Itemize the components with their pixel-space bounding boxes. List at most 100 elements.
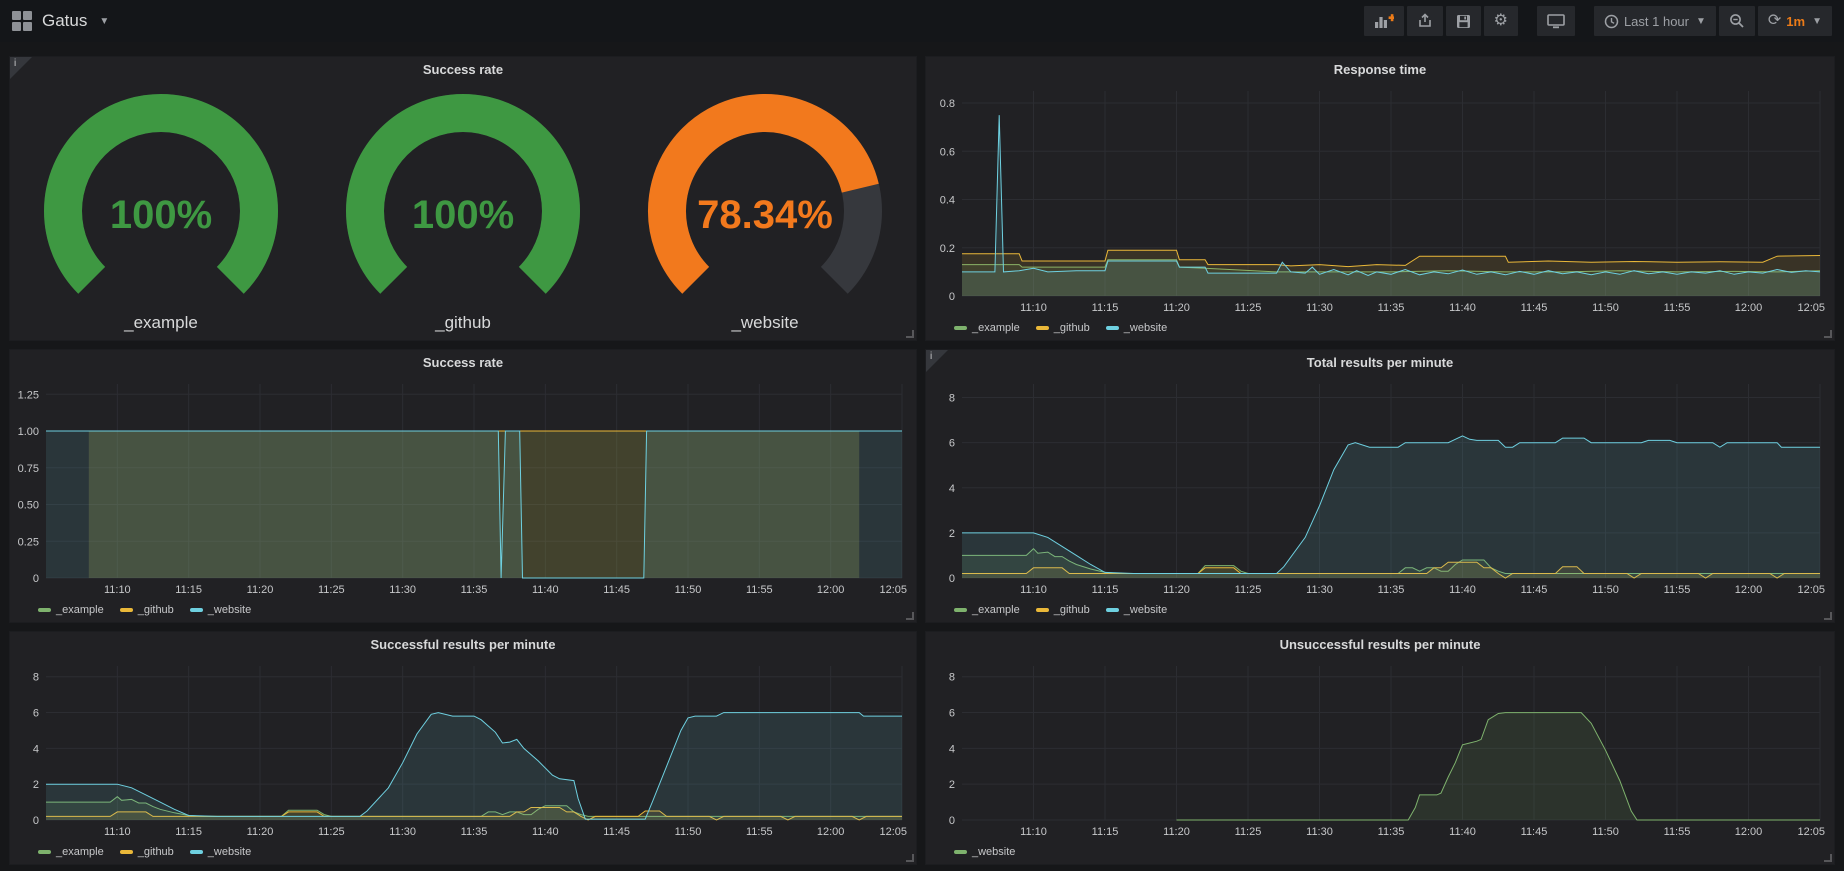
legend-item[interactable]: _example: [38, 846, 104, 858]
y-axis-tick-label: 0: [33, 815, 39, 827]
panel-resize-handle[interactable]: [906, 612, 914, 620]
panel-title[interactable]: Total results per minute: [926, 350, 1834, 376]
legend-item[interactable]: _github: [1036, 322, 1090, 334]
panel-info-icon[interactable]: i: [926, 350, 948, 372]
y-axis-tick-label: 8: [33, 672, 39, 684]
dashboard-settings-button[interactable]: ⚙: [1484, 6, 1518, 36]
x-axis-tick-label: 11:10: [1020, 302, 1047, 314]
x-axis-tick-label: 11:45: [603, 826, 630, 838]
successful-results-chart[interactable]: 0246811:1011:1511:2011:2511:3011:3511:40…: [10, 658, 916, 840]
legend-series-name: _example: [972, 604, 1020, 616]
legend-item[interactable]: _github: [1036, 604, 1090, 616]
dashboard-title[interactable]: Gatus: [42, 11, 87, 31]
x-axis-tick-label: 11:40: [1449, 584, 1476, 596]
legend-swatch-icon: [190, 850, 203, 854]
legend-item[interactable]: _website: [1106, 322, 1167, 334]
panel-info-icon[interactable]: i: [10, 57, 32, 79]
time-range-picker-button[interactable]: Last 1 hour ▼: [1594, 6, 1716, 36]
success-rate-chart[interactable]: 00.250.500.751.001.2511:1011:1511:2011:2…: [10, 376, 916, 598]
legend-item[interactable]: _website: [190, 604, 251, 616]
x-axis-tick-label: 11:15: [175, 584, 202, 596]
time-range-label: Last 1 hour: [1624, 14, 1689, 29]
legend-item[interactable]: _example: [954, 322, 1020, 334]
legend-swatch-icon: [954, 608, 967, 612]
panel-resize-handle[interactable]: [906, 854, 914, 862]
share-dashboard-button[interactable]: [1407, 6, 1443, 36]
x-axis-tick-label: 11:40: [532, 584, 559, 596]
legend-item[interactable]: _website: [1106, 604, 1167, 616]
share-icon: [1417, 13, 1433, 29]
series-fill-_website: [962, 436, 1820, 578]
y-axis-tick-label: 6: [949, 708, 955, 720]
y-axis-tick-label: 6: [33, 708, 39, 720]
panel-resize-handle[interactable]: [1824, 854, 1832, 862]
panel-resize-handle[interactable]: [906, 330, 914, 338]
panel-title[interactable]: Successful results per minute: [10, 632, 916, 658]
legend-series-name: _github: [1054, 604, 1090, 616]
chart-legend: _example _github _website: [10, 598, 916, 622]
x-axis-tick-label: 11:35: [461, 584, 488, 596]
gauge-arc: 78.34%: [614, 85, 916, 313]
save-dashboard-button[interactable]: [1446, 6, 1481, 36]
x-axis-tick-label: 11:40: [532, 826, 559, 838]
x-axis-tick-label: 11:20: [247, 826, 274, 838]
cycle-view-mode-button[interactable]: [1537, 6, 1575, 36]
legend-item[interactable]: _example: [954, 604, 1020, 616]
x-axis-tick-label: 11:20: [1163, 584, 1190, 596]
x-axis-tick-label: 11:30: [1306, 826, 1333, 838]
y-axis-tick-label: 0.2: [940, 243, 955, 255]
legend-item[interactable]: _github: [120, 604, 174, 616]
x-axis-tick-label: 11:50: [1592, 302, 1619, 314]
legend-item[interactable]: _example: [38, 604, 104, 616]
x-axis-tick-label: 12:05: [1797, 826, 1825, 838]
x-axis-tick-label: 11:45: [603, 584, 630, 596]
legend-series-name: _example: [972, 322, 1020, 334]
refresh-picker-button[interactable]: ⟳ 1m ▼: [1758, 6, 1832, 36]
save-icon: [1456, 14, 1471, 29]
gauge-value: 100%: [110, 193, 212, 237]
add-panel-icon: [1374, 13, 1394, 29]
total-results-chart[interactable]: 0246811:1011:1511:2011:2511:3011:3511:40…: [926, 376, 1834, 598]
legend-item[interactable]: _website: [954, 846, 1015, 858]
x-axis-tick-label: 12:05: [879, 584, 907, 596]
legend-swatch-icon: [1036, 608, 1049, 612]
add-panel-button[interactable]: [1364, 6, 1404, 36]
y-axis-tick-label: 0: [33, 573, 39, 585]
panel-resize-handle[interactable]: [1824, 330, 1832, 338]
x-axis-tick-label: 11:30: [1306, 302, 1333, 314]
x-axis-tick-label: 11:20: [247, 584, 274, 596]
x-axis-tick-label: 11:15: [175, 826, 202, 838]
zoom-out-time-button[interactable]: [1719, 6, 1755, 36]
panel-total-results: i Total results per minute 0246811:1011:…: [925, 349, 1835, 623]
panel-title[interactable]: Unsuccessful results per minute: [926, 632, 1834, 658]
x-axis-tick-label: 11:35: [1378, 302, 1405, 314]
legend-swatch-icon: [1036, 326, 1049, 330]
x-axis-tick-label: 11:45: [1521, 584, 1548, 596]
panel-resize-handle[interactable]: [1824, 612, 1832, 620]
top-navbar: Gatus ▼: [0, 0, 1844, 42]
legend-series-name: _website: [972, 846, 1015, 858]
panel-title[interactable]: Success rate: [10, 57, 916, 83]
legend-item[interactable]: _github: [120, 846, 174, 858]
x-axis-tick-label: 11:25: [318, 826, 345, 838]
legend-item[interactable]: _website: [190, 846, 251, 858]
gauge-example: 100% _example: [10, 85, 312, 333]
panel-title[interactable]: Response time: [926, 57, 1834, 83]
x-axis-tick-label: 11:10: [1020, 584, 1047, 596]
legend-swatch-icon: [190, 608, 203, 612]
gauge-label: _example: [124, 313, 198, 333]
response-time-chart[interactable]: 00.20.40.60.811:1011:1511:2011:2511:3011…: [926, 83, 1834, 316]
x-axis-tick-label: 12:00: [1735, 302, 1763, 314]
gear-icon: ⚙: [1494, 13, 1508, 29]
x-axis-tick-label: 11:35: [1378, 584, 1405, 596]
grafana-menu-icon[interactable]: [12, 11, 32, 31]
dashboard-title-caret-icon[interactable]: ▼: [99, 16, 109, 27]
gauge-value: 78.34%: [697, 193, 833, 237]
x-axis-tick-label: 11:55: [1664, 302, 1691, 314]
x-axis-tick-label: 12:05: [1797, 302, 1825, 314]
clock-icon: [1604, 14, 1619, 29]
unsuccessful-results-chart[interactable]: 0246811:1011:1511:2011:2511:3011:3511:40…: [926, 658, 1834, 840]
y-axis-tick-label: 4: [33, 743, 39, 755]
panel-title[interactable]: Success rate: [10, 350, 916, 376]
y-axis-tick-label: 2: [949, 528, 955, 540]
